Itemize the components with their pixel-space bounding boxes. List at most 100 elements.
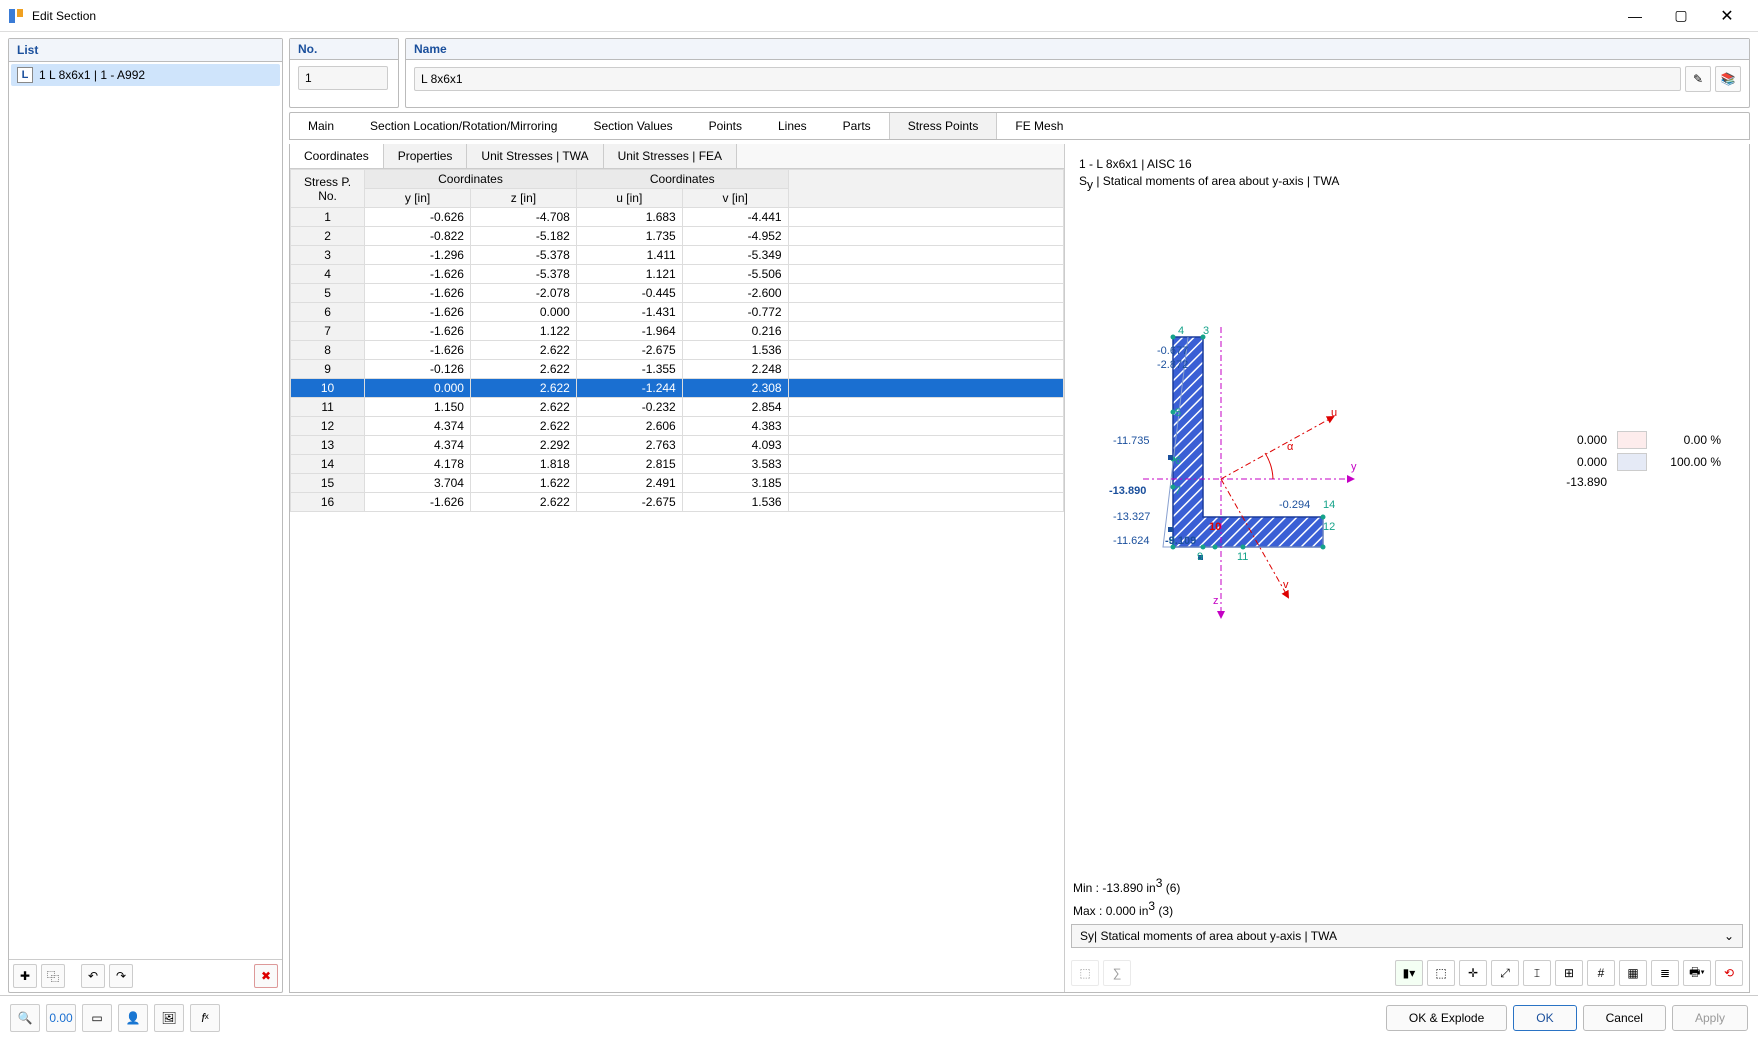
sub-tabs: Coordinates Properties Unit Stresses | T… <box>290 144 1064 169</box>
pt-label-6: 6 <box>1175 455 1181 467</box>
tab-stress-points[interactable]: Stress Points <box>889 113 998 139</box>
list-header: List <box>9 39 282 62</box>
table-row[interactable]: 153.7041.6222.4913.185 <box>291 474 1064 493</box>
section-list-item[interactable]: L 1 L 8x6x1 | 1 - A992 <box>11 64 280 86</box>
values-button[interactable]: ⊞ <box>1555 960 1583 986</box>
number-box: No. <box>289 38 399 108</box>
table-row[interactable]: 5-1.626-2.078-0.445-2.600 <box>291 284 1064 303</box>
number-input[interactable] <box>298 66 388 90</box>
table-row[interactable]: 144.1781.8182.8153.583 <box>291 455 1064 474</box>
preview-title: 1 - L 8x6x1 | AISC 16 Sy | Statical mome… <box>1073 152 1741 197</box>
section-list[interactable]: L 1 L 8x6x1 | 1 - A992 <box>9 62 282 959</box>
section-preview[interactable]: 4 3 -0.677 -2.872 5 -11.735 6 -13.890 7 … <box>1073 197 1741 984</box>
stress-points-button[interactable]: 𝙸 <box>1523 960 1551 986</box>
subtab-coordinates[interactable]: Coordinates <box>290 144 384 168</box>
picture-button[interactable]: 🖼 <box>154 1004 184 1032</box>
axis-u-label: u <box>1331 407 1337 419</box>
table-row[interactable]: 16-1.6262.622-2.6751.536 <box>291 493 1064 512</box>
principal-axes-button[interactable]: ⤢ <box>1491 960 1519 986</box>
section-list-item-label: 1 L 8x6x1 | 1 - A992 <box>39 68 145 82</box>
color-legend: 0.000 0.00 % 0.000 100.00 % -13.890 <box>1547 427 1721 493</box>
col-z: z [in] <box>470 189 576 208</box>
main-tabs: Main Section Location/Rotation/Mirroring… <box>289 112 1750 140</box>
delete-section-button[interactable]: ✖ <box>254 964 278 988</box>
view-mode-2-button[interactable]: 👤 <box>118 1004 148 1032</box>
tab-points[interactable]: Points <box>691 113 760 139</box>
subtab-unit-twa[interactable]: Unit Stresses | TWA <box>467 144 603 168</box>
col-v: v [in] <box>682 189 788 208</box>
pv-button-1[interactable]: ⬚ <box>1071 960 1099 986</box>
name-box: Name ✎ 📚 <box>405 38 1750 108</box>
minimize-button[interactable]: — <box>1612 1 1658 31</box>
cancel-button[interactable]: Cancel <box>1583 1005 1666 1031</box>
display-options-button[interactable]: ▮▾ <box>1395 960 1423 986</box>
name-input[interactable] <box>414 67 1681 91</box>
val-11735: -11.735 <box>1113 435 1150 447</box>
table-row[interactable]: 134.3742.2922.7634.093 <box>291 436 1064 455</box>
dimensions-button[interactable]: ⬚ <box>1427 960 1455 986</box>
table-row[interactable]: 2-0.822-5.1821.735-4.952 <box>291 227 1064 246</box>
legend-swatch-lower <box>1617 453 1647 471</box>
subtab-unit-fea[interactable]: Unit Stresses | FEA <box>604 144 737 168</box>
tab-values[interactable]: Section Values <box>575 113 690 139</box>
help-button[interactable]: 🔍 <box>10 1004 40 1032</box>
library-button[interactable]: 📚 <box>1715 66 1741 92</box>
units-button[interactable]: 0.00 <box>46 1004 76 1032</box>
grid-button[interactable]: ▦ <box>1619 960 1647 986</box>
table-row[interactable]: 4-1.626-5.3781.121-5.506 <box>291 265 1064 284</box>
pt-label-3: 3 <box>1203 325 1209 337</box>
tab-lines[interactable]: Lines <box>760 113 825 139</box>
numbering-button[interactable]: # <box>1587 960 1615 986</box>
table-row[interactable]: 9-0.1262.622-1.3552.248 <box>291 360 1064 379</box>
ok-explode-button[interactable]: OK & Explode <box>1386 1005 1507 1031</box>
table-row[interactable]: 3-1.296-5.3781.411-5.349 <box>291 246 1064 265</box>
val-0677: -0.677 <box>1157 345 1188 357</box>
pt-label-4: 4 <box>1178 325 1184 337</box>
axis-v-label: v <box>1283 579 1289 591</box>
print-button[interactable]: 🖶▾ <box>1683 960 1711 986</box>
alpha-label: α <box>1287 441 1293 453</box>
edit-name-button[interactable]: ✎ <box>1685 66 1711 92</box>
ok-button[interactable]: OK <box>1513 1005 1576 1031</box>
maximize-button[interactable]: ▢ <box>1658 1 1704 31</box>
col-y: y [in] <box>365 189 471 208</box>
table-row[interactable]: 7-1.6261.122-1.9640.216 <box>291 322 1064 341</box>
result-property-combo[interactable]: Sy | Statical moments of area about y-ax… <box>1071 924 1743 948</box>
number-label: No. <box>290 39 398 60</box>
legend-swatch-upper <box>1617 431 1647 449</box>
val-2872: -2.872 <box>1157 359 1188 371</box>
local-axes-button[interactable]: ✛ <box>1459 960 1487 986</box>
undo-button[interactable]: ↶ <box>81 964 105 988</box>
pt-label-9: 9 <box>1197 551 1203 563</box>
table-row[interactable]: 124.3742.6222.6064.383 <box>291 417 1064 436</box>
col-empty <box>788 170 1063 208</box>
close-button[interactable]: ✕ <box>1704 1 1750 31</box>
min-max-readout: Min : -13.890 in3 (6) Max : 0.000 in3 (3… <box>1073 874 1180 920</box>
table-row[interactable]: 111.1502.622-0.2322.854 <box>291 398 1064 417</box>
table-row[interactable]: 6-1.6260.000-1.431-0.772 <box>291 303 1064 322</box>
pv-button-2[interactable]: ∑ <box>1103 960 1131 986</box>
redo-button[interactable]: ↷ <box>109 964 133 988</box>
color-scale-button[interactable]: ≣ <box>1651 960 1679 986</box>
angle-section-icon: L <box>17 67 33 83</box>
subtab-properties[interactable]: Properties <box>384 144 468 168</box>
val-11624: -11.624 <box>1113 535 1150 547</box>
chevron-down-icon: ⌄ <box>1724 929 1734 943</box>
reset-view-button[interactable]: ⟲ <box>1715 960 1743 986</box>
tab-location[interactable]: Section Location/Rotation/Mirroring <box>352 113 575 139</box>
function-button[interactable]: fˣ <box>190 1004 220 1032</box>
axis-y-label: y <box>1351 461 1357 473</box>
tab-fe-mesh[interactable]: FE Mesh <box>997 113 1081 139</box>
new-section-button[interactable]: ✚ <box>13 964 37 988</box>
preview-panel: 1 - L 8x6x1 | AISC 16 Sy | Statical mome… <box>1065 144 1749 992</box>
preview-toolbar: ⬚ ∑ ▮▾ ⬚ ✛ ⤢ 𝙸 ⊞ # ▦ ≣ 🖶▾ ⟲ <box>1071 960 1743 986</box>
view-mode-1-button[interactable]: ▭ <box>82 1004 112 1032</box>
table-row[interactable]: 8-1.6262.622-2.6751.536 <box>291 341 1064 360</box>
table-row[interactable]: 100.0002.622-1.2442.308 <box>291 379 1064 398</box>
coordinates-table[interactable]: Stress P.No. Coordinates Coordinates y [… <box>290 169 1064 512</box>
copy-section-button[interactable]: ⿻ <box>41 964 65 988</box>
tab-main[interactable]: Main <box>290 113 352 139</box>
pt-label-11: 11 <box>1237 551 1248 563</box>
tab-parts[interactable]: Parts <box>825 113 889 139</box>
table-row[interactable]: 1-0.626-4.7081.683-4.441 <box>291 208 1064 227</box>
